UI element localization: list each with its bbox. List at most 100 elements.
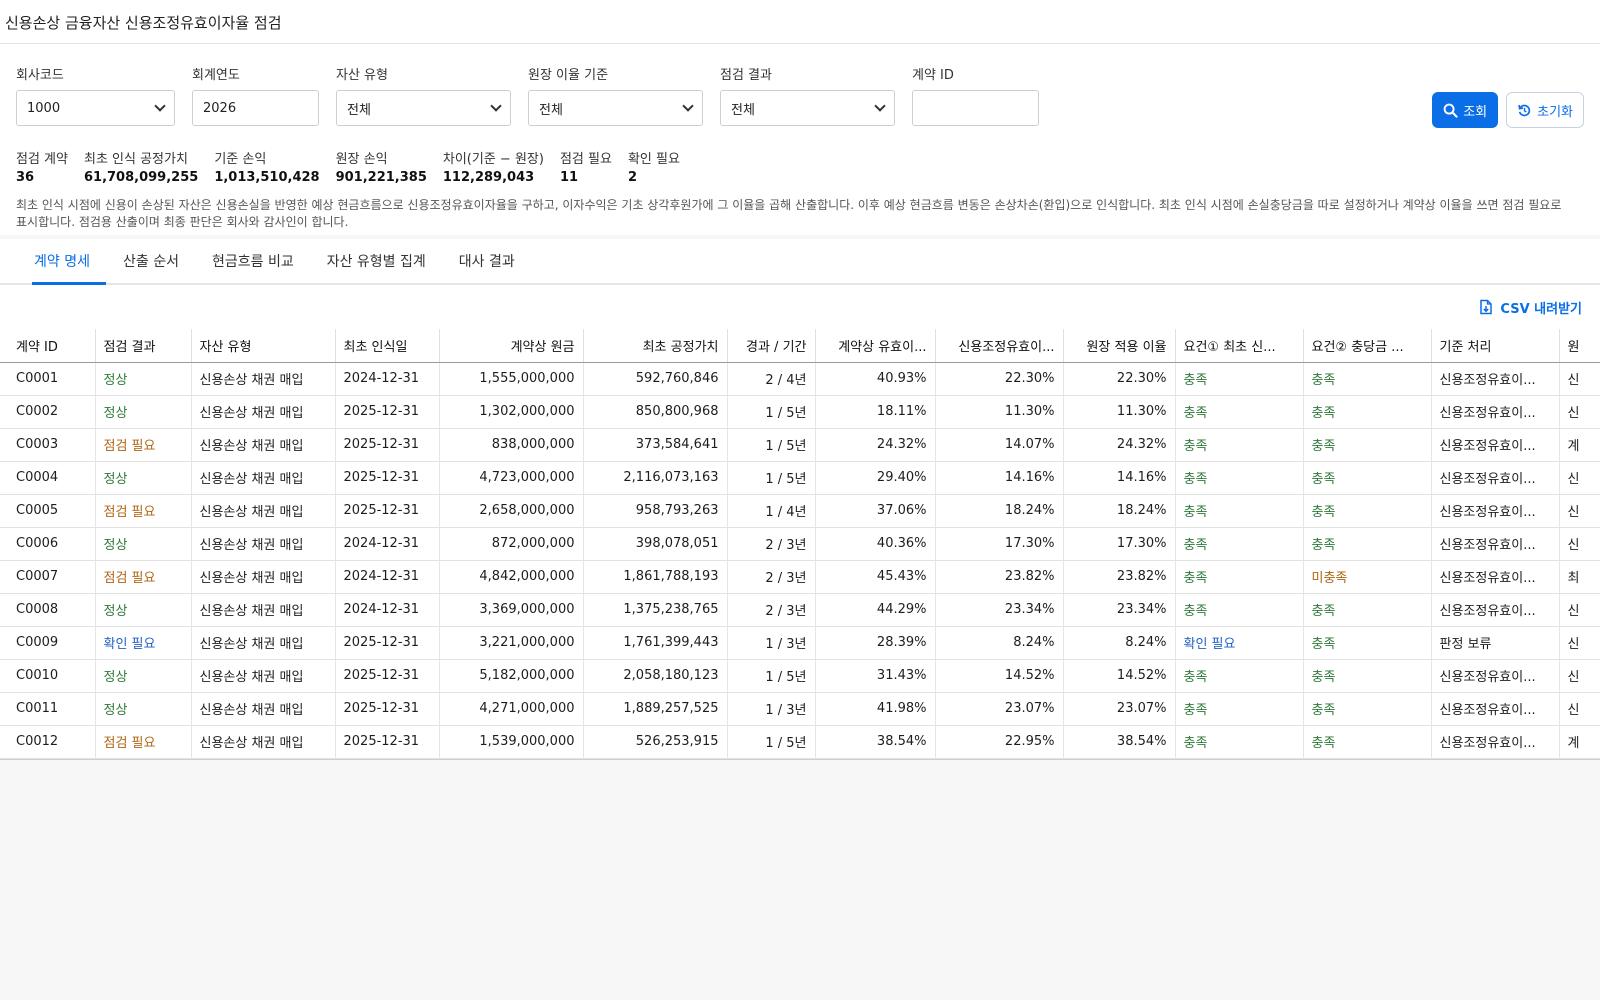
- table-row[interactable]: C0008 정상 신용손상 채권 매입 2024-12-31 3,369,000,000…: [0, 593, 1600, 627]
- table-cell: 확인 필요: [1175, 626, 1304, 660]
- table-cell: 2025-12-31: [335, 692, 440, 726]
- table-header-row: 계약 ID 점검 결과 자산 유형 최초 인식일 계약상 원금 최초 공정가치 경과 / 기…: [0, 329, 1600, 363]
- table-cell: 1,861,788,193: [583, 560, 728, 594]
- table-cell: 정상: [95, 659, 192, 693]
- column-header[interactable]: 신용조정유효이...: [935, 329, 1064, 363]
- column-header[interactable]: 경과 / 기간: [727, 329, 816, 363]
- table-cell: 1,555,000,000: [439, 362, 584, 396]
- table-cell: 872,000,000: [439, 527, 584, 561]
- table-cell: 정상: [95, 692, 192, 726]
- column-header[interactable]: 계약상 유효이...: [815, 329, 936, 363]
- table-row[interactable]: C0011 정상 신용손상 채권 매입 2025-12-31 4,271,000,000…: [0, 692, 1600, 726]
- table-cell: 충족: [1303, 362, 1432, 396]
- table-cell: C0006: [0, 527, 96, 561]
- table-cell: 22.30%: [935, 362, 1064, 396]
- table-cell: 2025-12-31: [335, 494, 440, 528]
- table-cell: 신용손상 채권 매입: [191, 527, 336, 561]
- table-cell: C0012: [0, 725, 96, 759]
- table-cell: 신: [1559, 593, 1600, 627]
- csv-download-button[interactable]: CSV 내려받기: [1478, 298, 1582, 317]
- table-row[interactable]: C0012 점검 필요 신용손상 채권 매입 2025-12-31 1,539,000,…: [0, 725, 1600, 759]
- tab-asset-type-summary[interactable]: 자산 유형별 집계: [325, 239, 442, 283]
- reset-button[interactable]: 초기화: [1506, 92, 1584, 128]
- table-cell: 신: [1559, 461, 1600, 495]
- table-cell: 충족: [1303, 659, 1432, 693]
- column-header[interactable]: 요건① 최초 신...: [1175, 329, 1304, 363]
- tab-calculation-order[interactable]: 산출 순서: [121, 239, 195, 283]
- table-row[interactable]: C0005 점검 필요 신용손상 채권 매입 2025-12-31 2,658,000,…: [0, 494, 1600, 528]
- column-header[interactable]: 원: [1559, 329, 1600, 363]
- tab-reconciliation[interactable]: 대사 결과: [457, 239, 531, 283]
- tab-cashflow-comparison[interactable]: 현금흐름 비교: [210, 239, 310, 283]
- table-cell: 1 / 5년: [727, 659, 816, 693]
- table-cell: 3,369,000,000: [439, 593, 584, 627]
- filter-panel: 회사코드 1000 회계연도 2026 자산 유형 전체 원장 이율 기준 전체: [0, 44, 1600, 235]
- table-cell: C0007: [0, 560, 96, 594]
- contract-id-group: 계약 ID: [912, 64, 1039, 126]
- asset-type-value: 전체: [347, 102, 371, 118]
- table-cell: 11.30%: [935, 395, 1064, 429]
- contract-id-input[interactable]: [912, 90, 1039, 126]
- table-cell: C0002: [0, 395, 96, 429]
- chevron-down-icon: [154, 100, 166, 112]
- table-cell: 충족: [1175, 395, 1304, 429]
- table-cell: 신용조정유효이...: [1431, 659, 1560, 693]
- table-row[interactable]: C0003 점검 필요 신용손상 채권 매입 2025-12-31 838,000,00…: [0, 428, 1600, 462]
- check-result-value: 전체: [731, 102, 755, 118]
- column-header[interactable]: 최초 공정가치: [583, 329, 728, 363]
- table-cell: 40.93%: [815, 362, 936, 396]
- action-buttons: 조회 초기화: [1432, 92, 1584, 128]
- table-cell: 계: [1559, 725, 1600, 759]
- summary-value: 61,708,099,255: [83, 170, 199, 185]
- table-cell: 22.95%: [935, 725, 1064, 759]
- table-row[interactable]: C0006 정상 신용손상 채권 매입 2024-12-31 872,000,000 39…: [0, 527, 1600, 561]
- table-cell: 4,271,000,000: [439, 692, 584, 726]
- column-header[interactable]: 계약상 원금: [439, 329, 584, 363]
- table-cell: 신용조정유효이...: [1431, 494, 1560, 528]
- table-row[interactable]: C0009 확인 필요 신용손상 채권 매입 2025-12-31 3,221,000,…: [0, 626, 1600, 660]
- table-cell: 충족: [1175, 725, 1304, 759]
- summary-item: 기준 손익 1,013,510,428: [214, 148, 319, 185]
- table-cell: 확인 필요: [95, 626, 192, 660]
- table-cell: 18.24%: [935, 494, 1064, 528]
- summary-item: 차이(기준 − 원장) 112,289,043: [443, 148, 544, 185]
- filter-bar: 회사코드 1000 회계연도 2026 자산 유형 전체 원장 이율 기준 전체: [16, 52, 1584, 128]
- table-cell: 2,058,180,123: [583, 659, 728, 693]
- asset-type-select[interactable]: 전체: [336, 90, 511, 126]
- table-cell: C0004: [0, 461, 96, 495]
- table-cell: 14.07%: [935, 428, 1064, 462]
- table-row[interactable]: C0010 정상 신용손상 채권 매입 2025-12-31 5,182,000,000…: [0, 659, 1600, 693]
- table-row[interactable]: C0007 점검 필요 신용손상 채권 매입 2024-12-31 4,842,000,…: [0, 560, 1600, 594]
- company-code-select[interactable]: 1000: [16, 90, 175, 126]
- table-cell: 신용손상 채권 매입: [191, 626, 336, 660]
- column-header[interactable]: 원장 적용 이율: [1063, 329, 1176, 363]
- table-body: C0001 정상 신용손상 채권 매입 2024-12-31 1,555,000,000…: [0, 362, 1600, 759]
- table-cell: 17.30%: [1063, 527, 1176, 561]
- table-row[interactable]: C0002 정상 신용손상 채권 매입 2025-12-31 1,302,000,000…: [0, 395, 1600, 429]
- ledger-rate-select[interactable]: 전체: [528, 90, 703, 126]
- fiscal-year-group: 회계연도 2026: [192, 64, 319, 126]
- table-cell: 1,375,238,765: [583, 593, 728, 627]
- check-result-select[interactable]: 전체: [720, 90, 895, 126]
- column-header[interactable]: 점검 결과: [95, 329, 192, 363]
- table-row[interactable]: C0001 정상 신용손상 채권 매입 2024-12-31 1,555,000,000…: [0, 362, 1600, 396]
- column-header[interactable]: 기준 처리: [1431, 329, 1560, 363]
- column-header[interactable]: 최초 인식일: [335, 329, 440, 363]
- table-cell: 2025-12-31: [335, 428, 440, 462]
- chevron-down-icon: [682, 100, 694, 112]
- table-cell: 2024-12-31: [335, 527, 440, 561]
- ledger-rate-label: 원장 이율 기준: [528, 68, 609, 83]
- table-cell: 18.11%: [815, 395, 936, 429]
- fiscal-year-input[interactable]: 2026: [192, 90, 319, 126]
- column-header[interactable]: 자산 유형: [191, 329, 336, 363]
- search-button[interactable]: 조회: [1432, 92, 1499, 128]
- column-header[interactable]: 요건② 충당금 ...: [1303, 329, 1432, 363]
- table-cell: 2024-12-31: [335, 362, 440, 396]
- tab-contract-details[interactable]: 계약 명세: [32, 239, 106, 285]
- table-cell: 신용손상 채권 매입: [191, 494, 336, 528]
- search-button-label: 조회: [1463, 104, 1488, 120]
- table-cell: 1 / 5년: [727, 461, 816, 495]
- table-row[interactable]: C0004 정상 신용손상 채권 매입 2025-12-31 4,723,000,000…: [0, 461, 1600, 495]
- table-cell: 신용조정유효이...: [1431, 692, 1560, 726]
- column-header[interactable]: 계약 ID: [0, 329, 96, 363]
